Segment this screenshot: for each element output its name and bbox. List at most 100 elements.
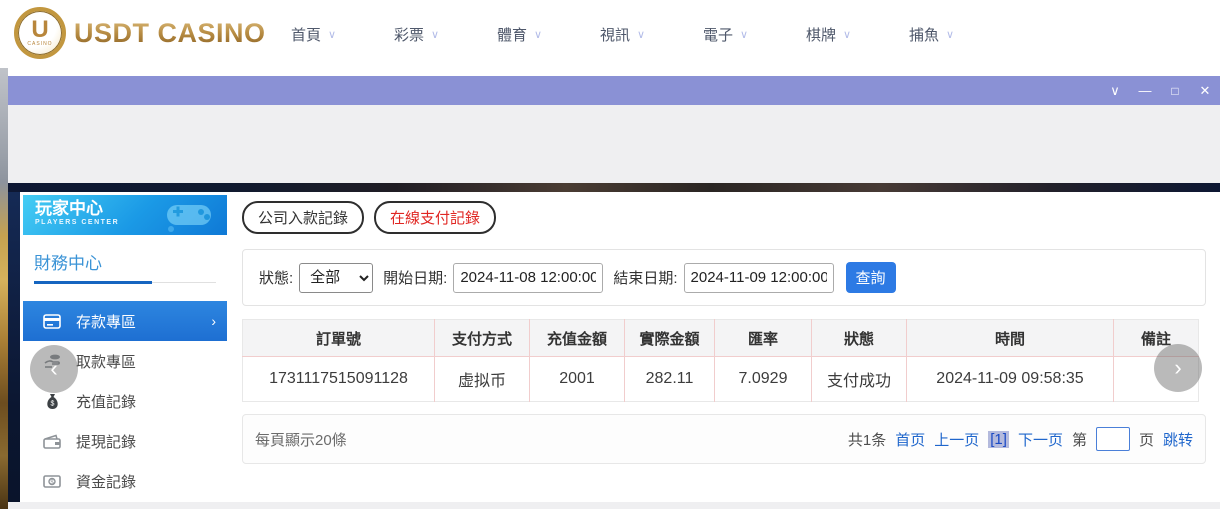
cell-actual-amount: 282.11 — [625, 357, 715, 402]
money-bag-icon: $ — [42, 391, 62, 411]
content-area: 玩家中心 PLAYERS CENTER 財務中心 存款專區 — [8, 192, 1220, 502]
logo-small-text: CASINO — [27, 41, 52, 47]
wallet-icon — [42, 431, 62, 451]
start-date-label: 開始日期: — [383, 267, 447, 288]
first-page-link[interactable]: 首页 — [895, 429, 925, 450]
search-button[interactable]: 查詢 — [846, 262, 896, 293]
chevron-down-icon: ∨ — [431, 28, 439, 41]
chevron-down-icon: ∨ — [534, 28, 542, 41]
tab-company-deposit-records[interactable]: 公司入款記錄 — [242, 201, 364, 234]
chevron-right-icon: › — [211, 313, 216, 329]
svg-text:$: $ — [50, 480, 54, 486]
prev-page-link[interactable]: 上一页 — [934, 429, 979, 450]
nav-label: 視訊 — [600, 24, 630, 45]
page-jump-input[interactable] — [1096, 427, 1130, 451]
carousel-next-button[interactable]: › — [1154, 344, 1202, 392]
sidebar-item-label: 取款專區 — [76, 351, 136, 372]
chevron-down-icon: ∨ — [946, 28, 954, 41]
total-count-text: 共1条 — [848, 429, 886, 450]
table-header-row: 訂單號 支付方式 充值金額 實際金額 匯率 狀態 時間 備註 — [243, 320, 1199, 357]
funds-icon: $ — [42, 471, 62, 491]
nav-item-home[interactable]: 首頁 ∨ — [262, 24, 365, 45]
brand-name: USDT CASINO — [74, 18, 266, 49]
filter-bar: 狀態: 全部 開始日期: 結束日期: 查詢 — [242, 249, 1206, 306]
status-select[interactable]: 全部 — [299, 263, 373, 293]
payment-records-table: 訂單號 支付方式 充值金額 實際金額 匯率 狀態 時間 備註 173111751… — [242, 319, 1199, 402]
logo-letter: U — [31, 19, 48, 41]
svg-text:$: $ — [50, 400, 54, 407]
sidebar-item-funds-records[interactable]: $ 資金記錄 — [20, 461, 230, 501]
window-close-icon[interactable]: ✕ — [1190, 76, 1220, 105]
cell-status: 支付成功 — [812, 357, 907, 402]
col-time: 時間 — [907, 320, 1114, 357]
window-titlebar: ∨ — □ ✕ — [8, 76, 1220, 105]
jump-button[interactable]: 跳转 — [1163, 429, 1193, 450]
chevron-down-icon: ∨ — [740, 28, 748, 41]
window-minimize-icon[interactable]: — — [1130, 76, 1160, 105]
nav-item-fishing[interactable]: 捕魚 ∨ — [880, 24, 983, 45]
sidebar-item-label: 資金記錄 — [76, 471, 136, 492]
status-label: 狀態: — [259, 267, 293, 288]
nav-label: 棋牌 — [806, 24, 836, 45]
col-status: 狀態 — [812, 320, 907, 357]
cell-payment-method: 虚拟币 — [435, 357, 530, 402]
col-payment-method: 支付方式 — [435, 320, 530, 357]
window-dropdown-icon[interactable]: ∨ — [1100, 76, 1130, 105]
jump-prefix-label: 第 — [1072, 429, 1087, 450]
sidebar-menu: 存款專區 › 取款專區 $ 充值記錄 — [20, 301, 230, 501]
cell-order-number: 1731117515091128 — [243, 357, 435, 402]
tab-online-payment-records[interactable]: 在線支付記錄 — [374, 201, 496, 234]
table-row: 1731117515091128 虚拟币 2001 282.11 7.0929 … — [243, 357, 1199, 402]
nav-item-live[interactable]: 視訊 ∨ — [571, 24, 674, 45]
cell-recharge-amount: 2001 — [530, 357, 625, 402]
deposit-card-icon — [42, 311, 62, 331]
col-order-number: 訂單號 — [243, 320, 435, 357]
window-bottom-strip — [8, 502, 1220, 509]
sidebar-item-label: 提現記錄 — [76, 431, 136, 452]
col-exchange-rate: 匯率 — [715, 320, 812, 357]
page-background-strip — [0, 68, 8, 509]
window-maximize-icon[interactable]: □ — [1160, 76, 1190, 105]
nav-item-boardgames[interactable]: 棋牌 ∨ — [777, 24, 880, 45]
brand-logo[interactable]: U CASINO USDT CASINO — [14, 7, 266, 59]
nav-item-lottery[interactable]: 彩票 ∨ — [365, 24, 468, 45]
site-header: U CASINO USDT CASINO 首頁 ∨ 彩票 ∨ 體育 ∨ 視訊 ∨… — [0, 0, 1220, 68]
cell-exchange-rate: 7.0929 — [715, 357, 812, 402]
records-main-panel: 公司入款記錄 在線支付記錄 狀態: 全部 開始日期: 結束日期: 查詢 — [230, 192, 1220, 502]
end-date-input[interactable] — [684, 263, 834, 293]
nav-label: 體育 — [497, 24, 527, 45]
chevron-down-icon: ∨ — [637, 28, 645, 41]
sidebar-item-label: 存款專區 — [76, 311, 136, 332]
sidebar-item-withdrawal-records[interactable]: 提現記錄 — [20, 421, 230, 461]
jump-suffix-label: 页 — [1139, 429, 1154, 450]
nav-label: 彩票 — [394, 24, 424, 45]
overlay-window: ∨ — □ ✕ 玩家中心 PLAYERS CENTER 財務中心 — [8, 76, 1220, 509]
record-tabs: 公司入款記錄 在線支付記錄 — [230, 192, 1220, 234]
nav-label: 電子 — [703, 24, 733, 45]
start-date-input[interactable] — [453, 263, 603, 293]
sidebar-header: 玩家中心 PLAYERS CENTER — [23, 195, 227, 235]
current-page-indicator: [1] — [988, 431, 1009, 448]
chevron-down-icon: ∨ — [328, 28, 336, 41]
pagination-bar: 每頁顯示20條 共1条 首页 上一页 [1] 下一页 第 页 跳转 — [242, 414, 1206, 464]
chevron-down-icon: ∨ — [843, 28, 851, 41]
sidebar-item-deposit[interactable]: 存款專區 › — [23, 301, 227, 341]
main-nav: 首頁 ∨ 彩票 ∨ 體育 ∨ 視訊 ∨ 電子 ∨ 棋牌 ∨ 捕魚 ∨ — [262, 0, 983, 68]
carousel-prev-button[interactable]: ‹ — [30, 345, 78, 393]
pagination-controls: 共1条 首页 上一页 [1] 下一页 第 页 跳转 — [848, 427, 1193, 451]
nav-item-slots[interactable]: 電子 ∨ — [674, 24, 777, 45]
col-recharge-amount: 充值金額 — [530, 320, 625, 357]
brand-logo-icon: U CASINO — [14, 7, 66, 59]
gamepad-icon — [161, 199, 217, 233]
nav-label: 首頁 — [291, 24, 321, 45]
sidebar-section-title: 財務中心 — [34, 249, 216, 283]
banner-dark-band — [8, 183, 1220, 192]
sidebar-item-label: 充值記錄 — [76, 391, 136, 412]
nav-label: 捕魚 — [909, 24, 939, 45]
col-actual-amount: 實際金額 — [625, 320, 715, 357]
next-page-link[interactable]: 下一页 — [1018, 429, 1063, 450]
page-size-text: 每頁顯示20條 — [255, 429, 347, 450]
cell-time: 2024-11-09 09:58:35 — [907, 357, 1114, 402]
end-date-label: 結束日期: — [613, 267, 677, 288]
nav-item-sports[interactable]: 體育 ∨ — [468, 24, 571, 45]
